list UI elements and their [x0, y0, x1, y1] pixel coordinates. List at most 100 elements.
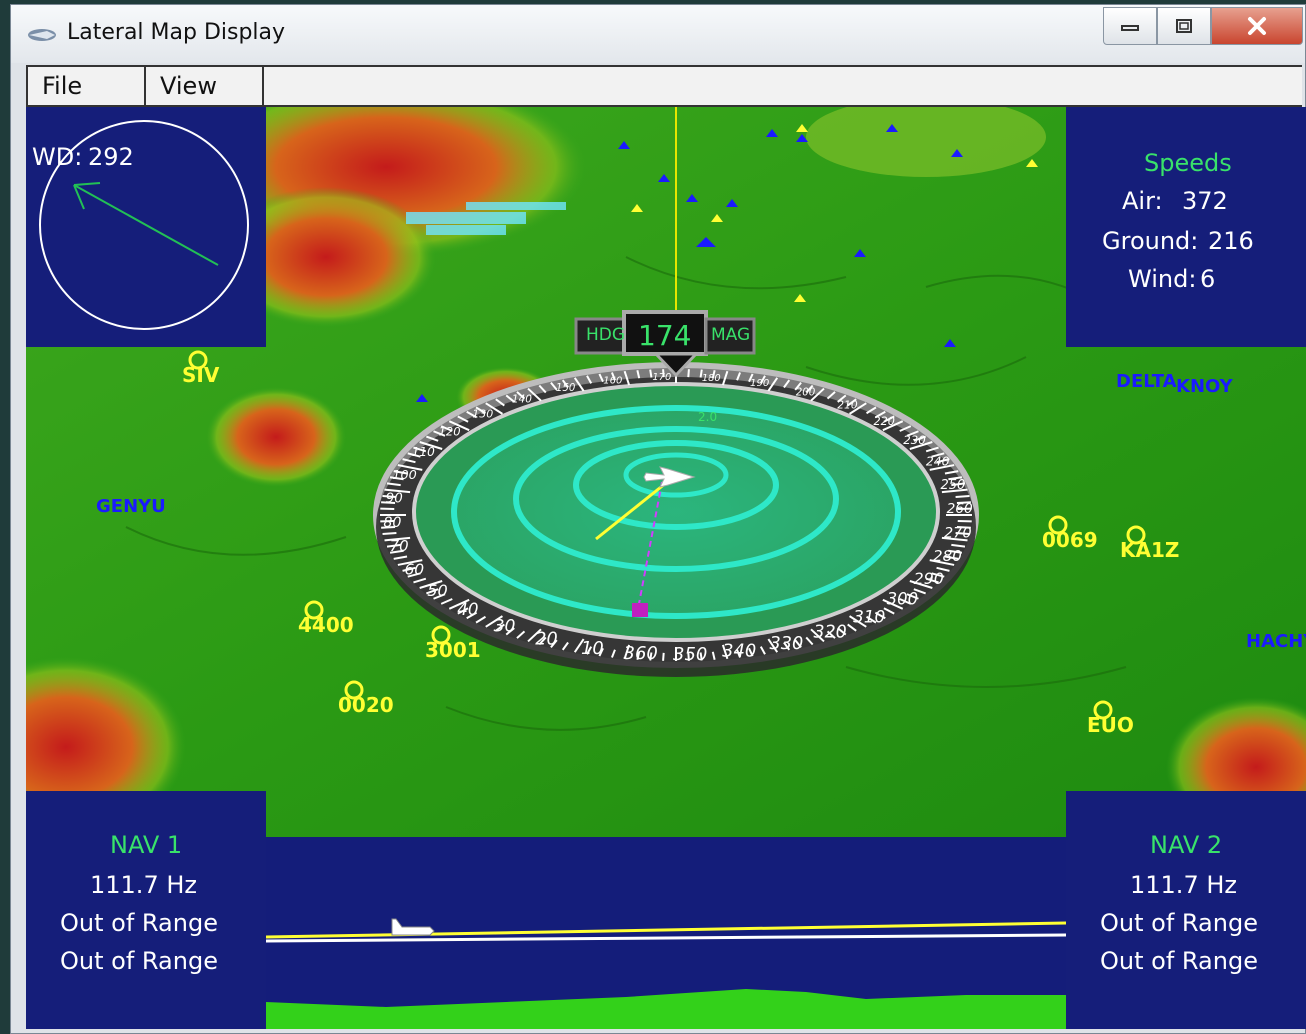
menu-bar: File View	[26, 65, 1302, 107]
active-waypoint-marker	[632, 603, 648, 617]
compass-tick-label: 200	[796, 386, 816, 398]
terrain-profile	[266, 989, 1066, 1029]
nav1-status-1: Out of Range	[60, 909, 218, 937]
waypoint-blue[interactable]: KNOY	[1176, 376, 1234, 397]
compass-rose[interactable]: 350 340 330 320 310300 290 280 270 260 250 240230 2…	[373, 362, 979, 677]
wind-speed-value: 6	[1200, 265, 1216, 293]
waypoint-label: 0020	[338, 693, 394, 717]
aircraft-profile-icon	[391, 918, 435, 936]
compass-tick-label: 70	[390, 537, 409, 555]
range-ring-label: 2.0	[698, 410, 717, 424]
nav2-status-2: Out of Range	[1100, 947, 1258, 975]
compass-tick-label: 360	[624, 643, 658, 664]
terrain-highland	[206, 387, 346, 487]
compass-tick-label: 280	[933, 547, 962, 565]
ground-speed-value: 216	[1208, 227, 1254, 255]
waypoint-blue[interactable]: DELTA	[1116, 371, 1177, 392]
compass-tick-label: 190	[750, 378, 769, 389]
waypoint-label: KNOY	[1176, 376, 1234, 397]
wind-direction-label: WD:	[32, 143, 83, 171]
waypoint-label: 3001	[425, 638, 481, 662]
window-title: Lateral Map Display	[67, 20, 286, 45]
compass-tick-label: 320	[814, 623, 847, 643]
compass-tick-label: 310	[853, 607, 885, 627]
compass-tick-label: 240	[926, 454, 950, 469]
wind-direction-value: 292	[88, 143, 134, 171]
menu-file[interactable]: File	[26, 67, 146, 105]
nav2-status-1: Out of Range	[1100, 909, 1258, 937]
nav1-status-2: Out of Range	[60, 947, 218, 975]
vertical-profile-panel	[265, 837, 1067, 1029]
compass-tick-label: 180	[702, 373, 721, 384]
speeds-title: Speeds	[1144, 149, 1232, 177]
compass-tick-label: 170	[652, 372, 671, 383]
waypoint-label: DELTA	[1116, 371, 1177, 392]
waypoint-blue[interactable]: HACHY	[1246, 631, 1306, 652]
compass-tick-label: 250	[940, 478, 965, 493]
nav1-frequency: 111.7 Hz	[90, 871, 197, 899]
compass-tick	[955, 494, 970, 498]
heading-value: 174	[638, 319, 692, 352]
nav1-panel: NAV 1 111.7 Hz Out of Range Out of Range	[26, 791, 266, 1029]
mag-label: MAG	[711, 325, 751, 345]
compass-tick-label: 60	[404, 560, 424, 578]
compass-tick-label: 230	[903, 433, 926, 447]
hdg-label: HDG	[586, 325, 626, 345]
map-client-area: 350 340 330 320 310 300 290 280 270 260 250 240 230 2…	[26, 107, 1306, 1029]
waypoint-blue[interactable]: GENYU	[96, 496, 166, 517]
waypoint-label: 4400	[298, 613, 354, 637]
air-speed-value: 372	[1182, 187, 1228, 215]
maximize-icon	[1176, 19, 1192, 33]
compass-tick-label: 150	[556, 383, 575, 394]
compass-tick-label: 100	[392, 468, 416, 483]
vertical-profile-view	[265, 918, 1067, 1029]
waypoint-label: HACHY	[1246, 631, 1306, 652]
app-window: Lateral Map Display File View 350 340 33…	[10, 4, 1306, 1034]
wind-direction-panel: WD: 292	[26, 107, 266, 347]
compass-tick-label: 290	[914, 569, 944, 588]
compass-tick-label: 20	[535, 630, 557, 650]
compass-tick-label: 330	[769, 634, 803, 654]
compass-tick-label: 80	[383, 515, 401, 531]
compass-tick-label: 260	[947, 501, 973, 517]
ground-speed-label: Ground:	[1102, 227, 1199, 255]
nav1-title: NAV 1	[110, 831, 183, 859]
compass-tick-label: 30	[494, 617, 516, 637]
compass-tick	[662, 652, 665, 661]
waypoint-label: KA1Z	[1120, 538, 1179, 562]
compass-tick-label: 340	[722, 640, 756, 661]
compass-tick-label: 10	[581, 638, 604, 659]
compass-tick-label: 220	[873, 415, 894, 428]
compass-tick	[382, 532, 397, 536]
compass-tick-label: 300	[887, 590, 918, 609]
compass-tick-label: 40	[457, 599, 478, 619]
nav2-frequency: 111.7 Hz	[1130, 871, 1237, 899]
compass-tick-label: 160	[603, 376, 622, 387]
wind-speed-label: Wind:	[1128, 265, 1197, 293]
compass-tick-label: 110	[412, 445, 435, 459]
nav2-title: NAV 2	[1150, 831, 1223, 859]
compass-tick-label: 90	[386, 492, 403, 507]
title-bar[interactable]: Lateral Map Display	[11, 5, 1305, 63]
compass-tick	[687, 369, 690, 378]
maximize-button[interactable]	[1157, 7, 1211, 45]
compass-tick-label: 210	[837, 398, 858, 411]
close-button[interactable]	[1211, 7, 1303, 45]
wind-arrow	[73, 184, 219, 266]
minimize-icon	[1121, 25, 1139, 31]
waypoint-label: EUO	[1087, 713, 1134, 737]
menu-view[interactable]: View	[146, 67, 264, 105]
compass-tick-label: 50	[427, 581, 447, 600]
waypoint-label: GENYU	[96, 496, 166, 517]
waypoint-label: SIV	[182, 363, 220, 387]
waypoint-label: 0069	[1042, 528, 1098, 552]
close-icon	[1248, 17, 1266, 35]
compass-tick-label: 270	[944, 525, 972, 541]
compass-tick-label: 140	[512, 393, 532, 405]
compass-tick-label: 120	[439, 424, 461, 438]
speeds-panel: Speeds Air: 372 Ground: 216 Wind: 6	[1066, 107, 1306, 347]
compass-tick-label: 350	[673, 644, 707, 665]
minimize-button[interactable]	[1103, 7, 1157, 45]
nav2-panel: NAV 2 111.7 Hz Out of Range Out of Range	[1066, 791, 1306, 1029]
air-speed-label: Air:	[1122, 187, 1163, 215]
